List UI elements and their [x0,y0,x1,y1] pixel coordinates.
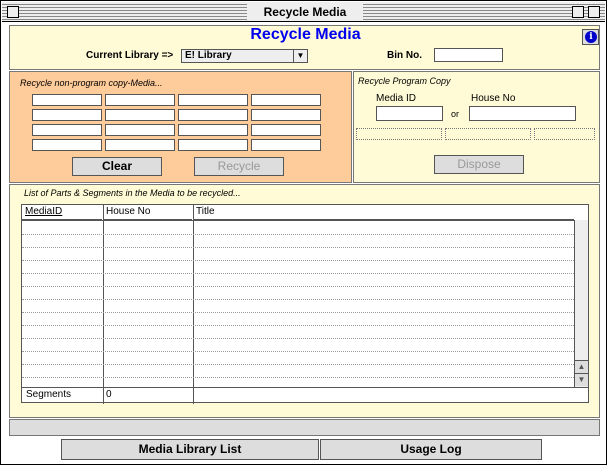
non-program-panel-title: Recycle non-program copy-Media... [20,78,163,88]
list-scrollbar[interactable]: ▲ ▼ [574,220,588,387]
zoom-box[interactable] [572,6,584,18]
grid-cell[interactable] [178,139,248,151]
window-title: Recycle Media [247,4,363,20]
row-line [22,364,574,365]
dispose-button[interactable]: Dispose [434,155,524,174]
row-line [22,325,574,326]
title-bar[interactable]: Recycle Media [2,2,605,22]
grid-cell[interactable] [105,139,175,151]
non-program-recycle-panel: Recycle non-program copy-Media... Clear … [9,71,352,183]
library-select-value: E! Library [185,50,232,61]
row-line [22,286,574,287]
row-line [22,338,574,339]
or-label: or [451,109,460,119]
collapse-box[interactable] [588,6,600,18]
row-line [22,377,574,378]
bin-no-label: Bin No. [387,50,422,61]
grid-cell[interactable] [32,94,102,106]
recycle-button[interactable]: Recycle [194,157,284,176]
row-line [22,351,574,352]
clear-button[interactable]: Clear [72,157,162,176]
segments-footer-row: Segments 0 [22,387,588,403]
status-bar [9,419,600,436]
grid-cell[interactable] [251,139,321,151]
column-header-house-no[interactable]: House No [103,205,192,220]
list-panel-title: List of Parts & Segments in the Media to… [24,188,241,198]
media-id-grid [32,94,324,154]
grid-cell[interactable] [32,139,102,151]
media-library-list-button[interactable]: Media Library List [61,439,319,460]
grid-cell[interactable] [105,124,175,136]
row-line [22,312,574,313]
media-id-field[interactable] [376,106,443,121]
column-divider [103,388,104,403]
page-title: Recycle Media [250,26,361,43]
grid-cell[interactable] [32,109,102,121]
row-line [22,234,574,235]
info-icon: i [585,31,597,43]
grid-cell[interactable] [251,109,321,121]
row-line [22,299,574,300]
row-line [22,260,574,261]
bin-no-field[interactable] [434,48,503,62]
info-slot [445,128,531,140]
recycle-media-window: Recycle Media Recycle Media Current Libr… [0,0,607,465]
parts-segments-list[interactable]: MediaID House No Title ▲ ▼ Segments 0 [21,204,589,404]
grid-cell[interactable] [178,124,248,136]
scroll-up-icon[interactable]: ▲ [575,360,588,373]
grid-cell[interactable] [105,94,175,106]
column-header-mediaid[interactable]: MediaID [22,205,102,220]
scroll-down-icon[interactable]: ▼ [575,373,588,386]
chevron-down-icon: ▼ [293,50,307,62]
info-slot [356,128,442,140]
grid-cell[interactable] [105,109,175,121]
segments-count: 0 [106,389,112,400]
row-line [22,247,574,248]
segments-label: Segments [26,389,72,400]
info-button[interactable]: i [582,29,599,45]
close-box[interactable] [7,6,19,18]
header-panel: Recycle Media Current Library => E! Libr… [9,25,600,70]
info-slot [534,128,595,140]
column-divider [193,388,194,403]
program-copy-recycle-panel: Recycle Program Copy Media ID House No o… [353,71,600,183]
program-copy-panel-title: Recycle Program Copy [358,76,451,86]
house-no-field[interactable] [469,106,576,121]
column-header-title[interactable]: Title [193,205,574,220]
grid-cell[interactable] [178,109,248,121]
usage-log-button[interactable]: Usage Log [320,439,542,460]
library-select[interactable]: E! Library ▼ [181,49,308,63]
grid-cell[interactable] [251,94,321,106]
house-no-label: House No [471,93,516,104]
current-library-label: Current Library => [86,50,174,61]
recycle-list-panel: List of Parts & Segments in the Media to… [9,184,600,418]
grid-cell[interactable] [251,124,321,136]
row-line [22,273,574,274]
media-id-label: Media ID [376,93,417,104]
header-divider [22,220,574,221]
grid-cell[interactable] [178,94,248,106]
grid-cell[interactable] [32,124,102,136]
